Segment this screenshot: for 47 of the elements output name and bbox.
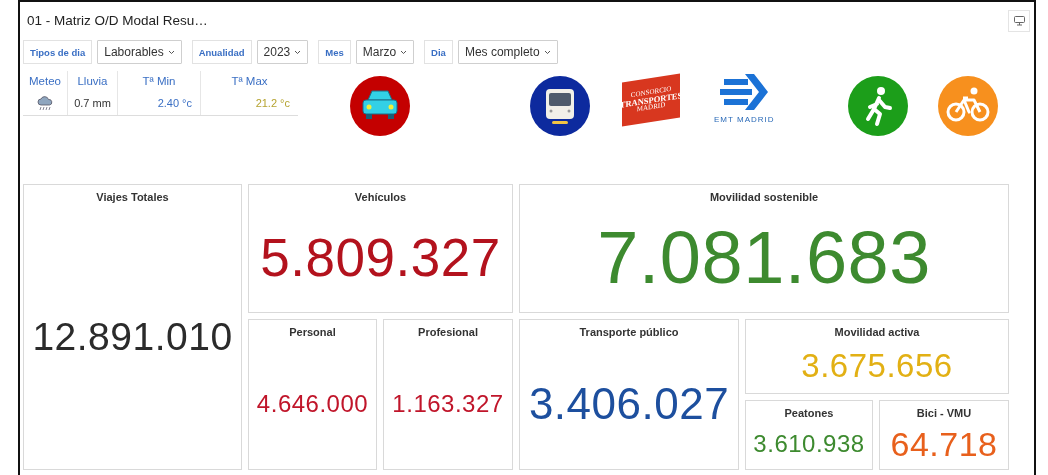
metric-value: 12.891.010: [32, 316, 233, 356]
card-title: Peatones: [784, 407, 834, 419]
filter-dropdown[interactable]: Mes completo: [457, 40, 558, 64]
emt-logo-icon: [718, 73, 771, 111]
metric-value: 4.646.000: [256, 391, 369, 416]
filter-dropdown[interactable]: Marzo: [355, 40, 415, 64]
filter-label: Dia: [424, 40, 453, 64]
card-title: Transporte público: [579, 326, 679, 338]
metric-value: 3.610.938: [753, 432, 865, 456]
cyclist-icon: [937, 76, 998, 136]
column-header: Lluvia: [77, 75, 108, 87]
card-title: Viajes Totales: [96, 191, 169, 203]
column-header: Meteo: [29, 75, 61, 87]
filter-label: Tipos de dia: [23, 40, 93, 64]
column-header: Tª Min: [142, 75, 176, 87]
metric-value: 5.809.327: [260, 231, 501, 284]
metric-value: 64.718: [890, 427, 998, 461]
card-title: Personal: [289, 326, 336, 338]
monitor-icon: [1013, 16, 1025, 26]
caret-icon: [167, 49, 175, 55]
car-icon: [350, 76, 410, 136]
card-title: Bici - VMU: [916, 407, 972, 419]
filter-label: Mes: [318, 40, 351, 64]
table-cell: 2.40 °c: [157, 97, 192, 109]
card-title: Profesional: [418, 326, 478, 338]
table-cell: 0.7 mm: [74, 97, 111, 109]
column-header: Tª Max: [231, 75, 268, 87]
metric-value: 3.406.027: [528, 381, 730, 426]
caret-icon: [294, 49, 302, 55]
filter-dropdown[interactable]: 2023: [256, 40, 309, 64]
card-title: Movilidad sostenible: [709, 191, 819, 203]
display-mode-button[interactable]: [1008, 10, 1030, 32]
metric-value: 1.163.327: [392, 391, 504, 416]
caret-icon: [400, 49, 408, 55]
rain-cloud-icon: [37, 95, 53, 111]
filter-dropdown[interactable]: Laborables: [97, 40, 182, 64]
table-cell: 21.2 °c: [255, 97, 290, 109]
train-icon: [530, 76, 590, 136]
caret-icon: [543, 49, 551, 55]
walking-person-icon: [847, 76, 908, 136]
dashboard-title: 01 - Matriz O/D Modal Resu…: [27, 13, 208, 28]
metric-value: 3.675.656: [801, 349, 953, 382]
emt-logo-text: EMT MADRID: [714, 115, 775, 124]
metric-value: 7.081.683: [597, 220, 931, 295]
card-title: Vehículos: [354, 191, 407, 203]
filter-label: Anualidad: [191, 40, 252, 64]
card-title: Movilidad activa: [834, 326, 920, 338]
